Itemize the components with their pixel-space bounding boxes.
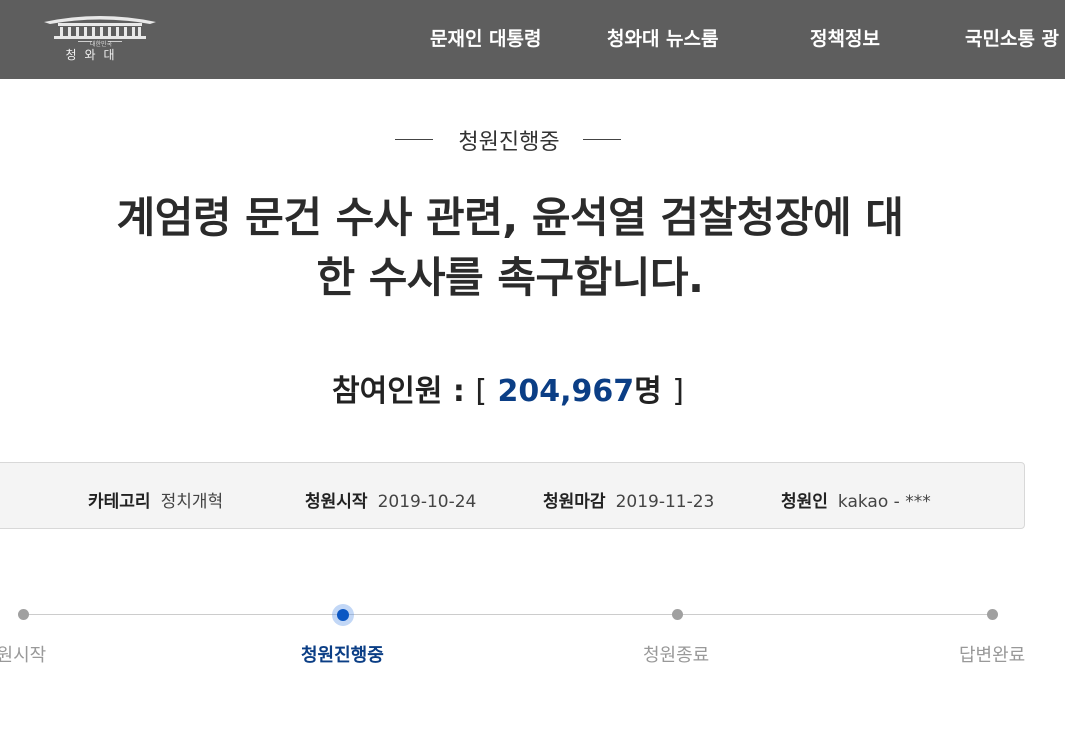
- main-nav: 문재인 대통령 청와대 뉴스룸 정책정보 국민소통 광: [0, 0, 1065, 79]
- info-end-date: 청원마감 2019-11-23: [543, 487, 714, 512]
- nav-president[interactable]: 문재인 대통령: [430, 24, 542, 51]
- info-category-label: 카테고리: [88, 492, 151, 512]
- status-text: 청원진행중: [458, 130, 560, 155]
- progress-track: [24, 614, 992, 615]
- info-start-label: 청원시작: [305, 492, 368, 512]
- info-category: 카테고리 정치개혁: [88, 487, 223, 512]
- nav-newsroom[interactable]: 청와대 뉴스룸: [607, 24, 719, 51]
- progress-dot-in-progress: [337, 609, 349, 621]
- participants-number: 204,967: [497, 374, 635, 409]
- nav-public-communication[interactable]: 국민소통 광: [965, 24, 1059, 51]
- progress-label-start: 청원시작: [0, 645, 47, 666]
- petition-info-box: 카테고리 정치개혁 청원시작 2019-10-24 청원마감 2019-11-23 청…: [0, 462, 1025, 529]
- petition-title: 계엄령 문건 수사 관련, 윤석열 검찰청장에 대 한 수사를 촉구합니다.: [40, 188, 980, 308]
- info-author: 청원인 kakao - ***: [781, 487, 931, 512]
- participants-unit: 명: [634, 374, 662, 409]
- info-start-date: 청원시작 2019-10-24: [305, 487, 476, 512]
- participants-label: 참여인원 :: [332, 374, 465, 409]
- info-author-label: 청원인: [781, 492, 828, 512]
- petition-title-line-1: 계엄령 문건 수사 관련, 윤석열 검찰청장에 대: [116, 193, 904, 242]
- status-divider-right: [583, 139, 621, 140]
- site-header: 대한민국 청와대 문재인 대통령 청와대 뉴스룸 정책정보 국민소통 광: [0, 0, 1065, 79]
- info-end-value: 2019-11-23: [615, 492, 715, 512]
- progress-dot-start: [18, 609, 29, 620]
- progress-dot-answered: [987, 609, 998, 620]
- info-category-value: 정치개혁: [160, 492, 224, 512]
- progress-label-closed: 청원종료: [643, 645, 710, 666]
- petition-page: 대한민국 청와대 문재인 대통령 청와대 뉴스룸 정책정보 국민소통 광 청원진…: [0, 0, 1065, 745]
- participants-close-bracket: ]: [672, 374, 684, 409]
- nav-policy-info[interactable]: 정책정보: [810, 24, 880, 51]
- progress-label-answered: 답변완료: [959, 645, 1026, 666]
- info-end-label: 청원마감: [543, 492, 606, 512]
- info-start-value: 2019-10-24: [377, 492, 477, 512]
- progress-dot-closed: [672, 609, 683, 620]
- participant-count: 참여인원 : [ 204,967명 ]: [0, 366, 1016, 410]
- participants-open-bracket: [: [475, 374, 488, 409]
- petition-status: 청원진행중: [395, 124, 623, 156]
- petition-title-line-2: 한 수사를 촉구합니다.: [316, 253, 704, 302]
- info-author-value: kakao - ***: [837, 492, 931, 512]
- status-divider-left: [395, 139, 433, 140]
- progress-label-in-progress: 청원진행중: [301, 645, 384, 666]
